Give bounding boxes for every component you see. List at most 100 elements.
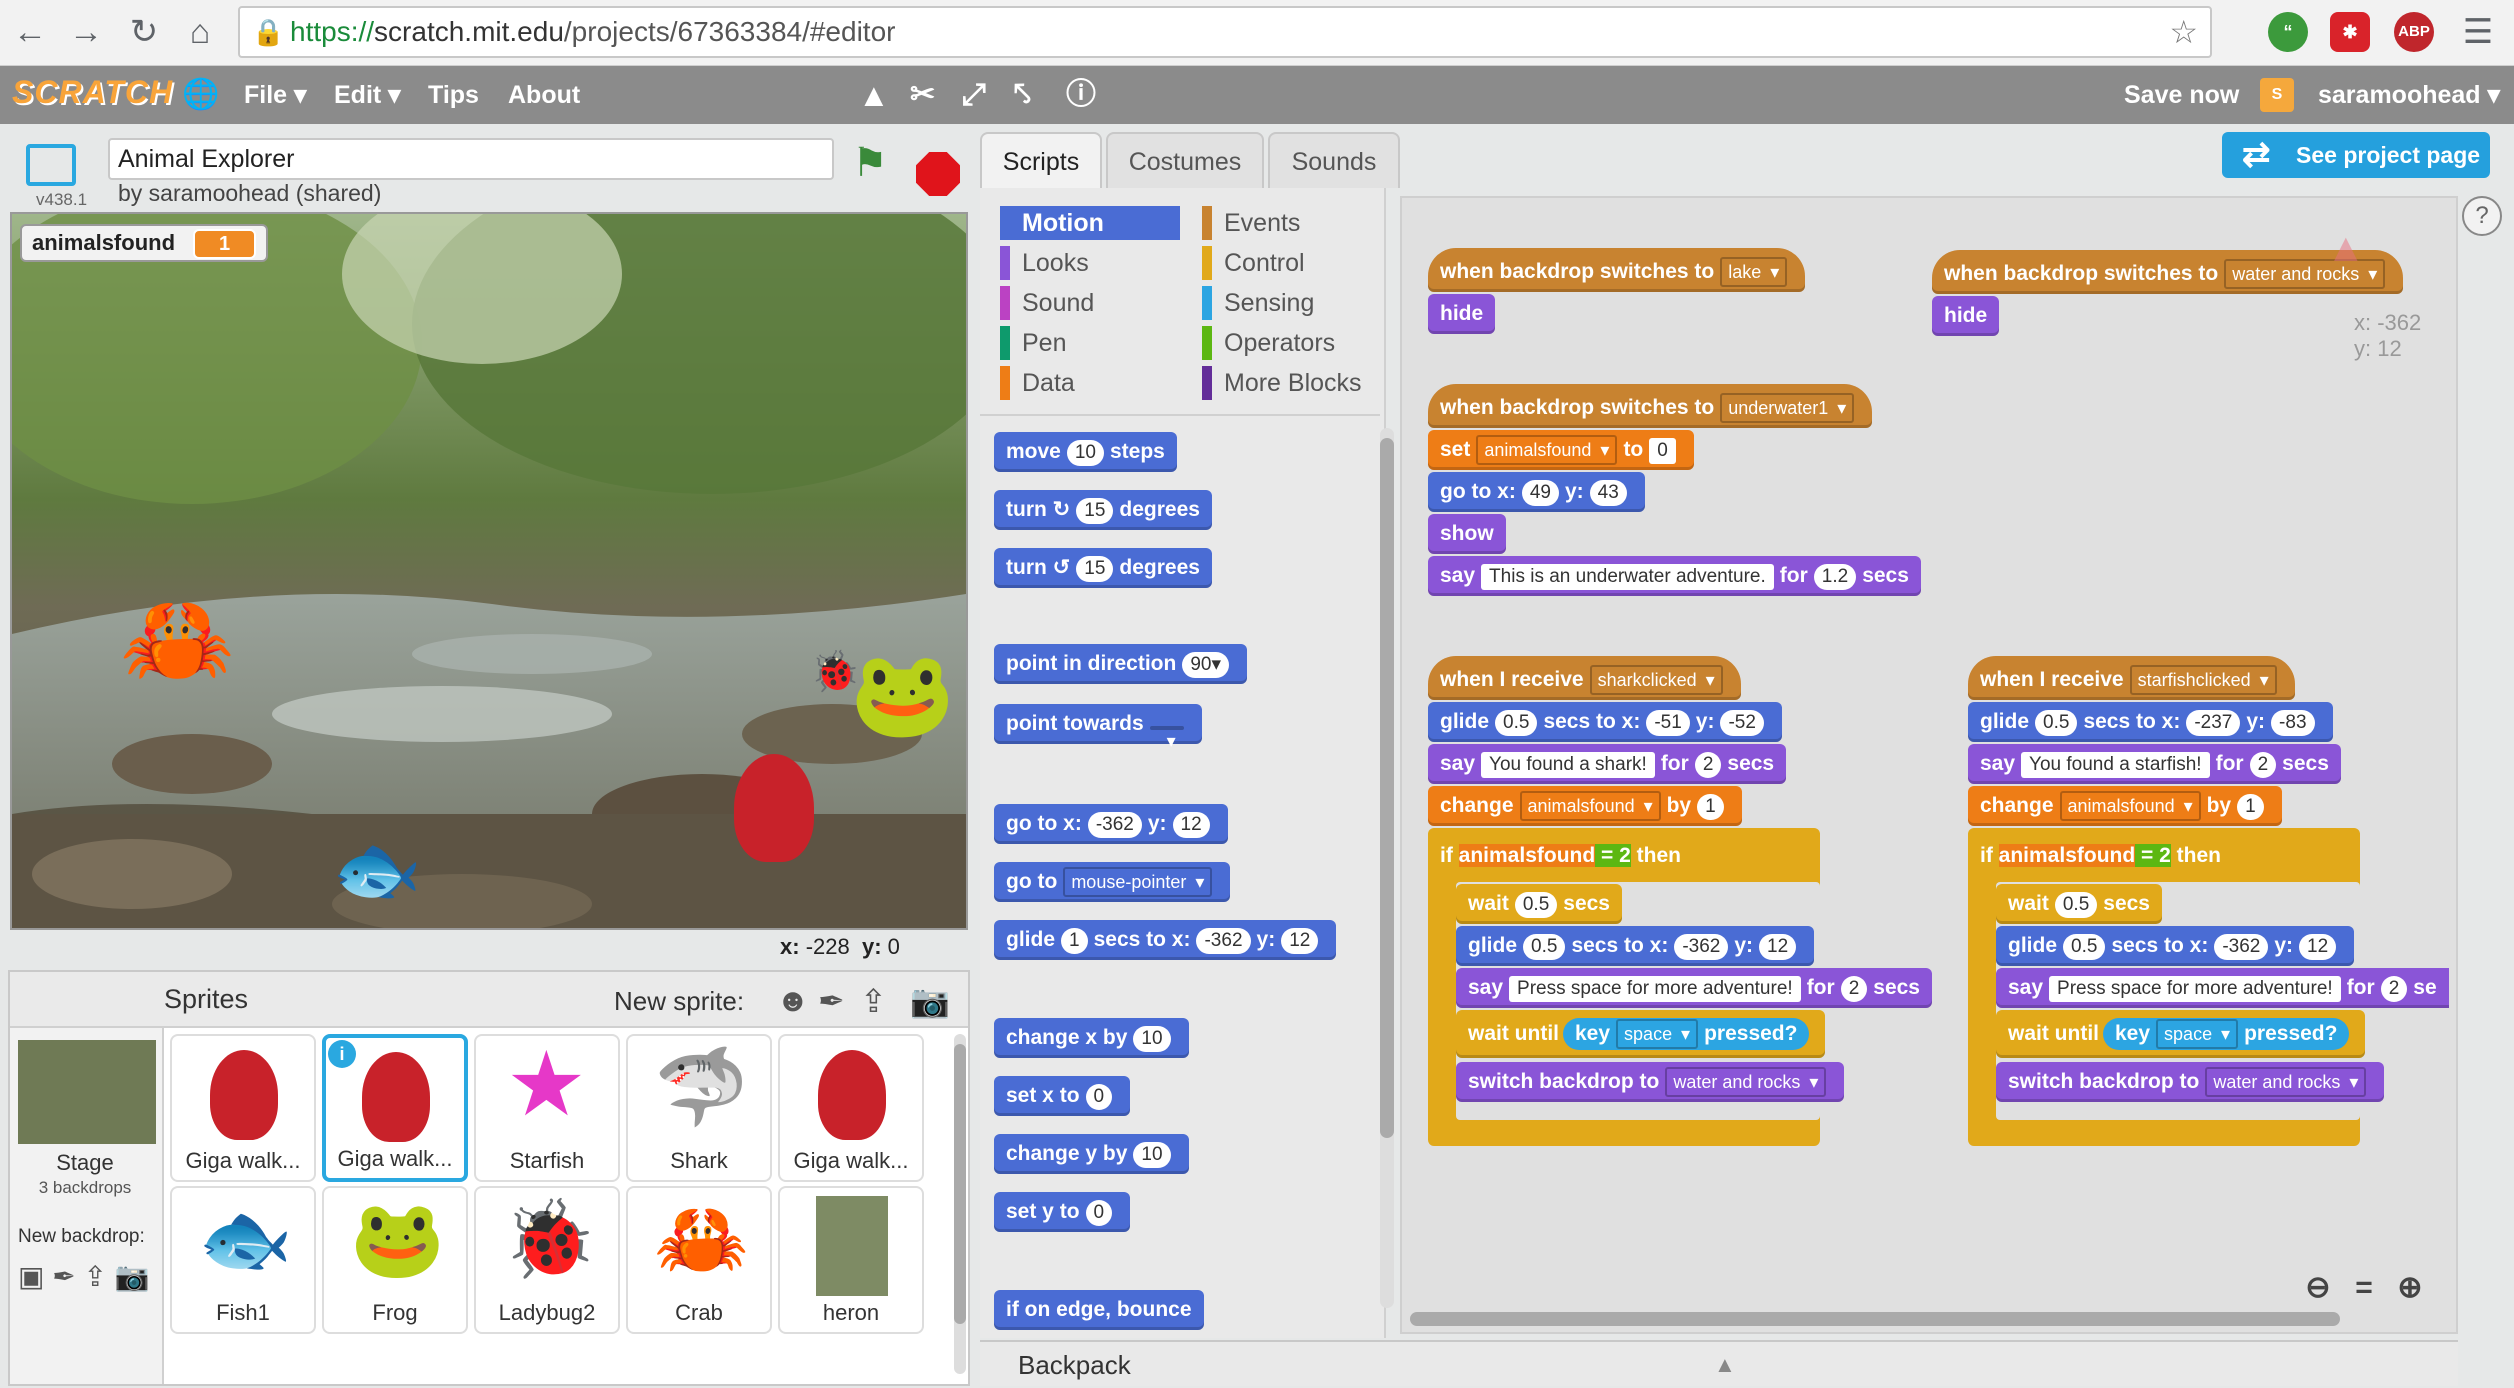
sprite-tile[interactable]: heron — [778, 1186, 924, 1334]
avatar[interactable]: S — [2260, 78, 2294, 112]
scratch-logo[interactable]: SCRATCH — [12, 74, 172, 118]
paint-brush-icon[interactable]: ✒ — [818, 982, 845, 1020]
equals-operator[interactable]: animalsfound = 2 — [1458, 844, 1631, 867]
when-i-receive-hat[interactable]: when I receive starfishclicked — [1968, 656, 2295, 700]
help-question-icon[interactable]: ? — [2462, 196, 2502, 236]
bookmark-star-icon[interactable]: ☆ — [2169, 8, 2198, 56]
zoom-out-icon[interactable]: ⊖ — [2298, 1268, 2338, 1308]
category-looks[interactable]: Looks — [1000, 246, 1089, 280]
change-variable-block[interactable]: changeanimalsfoundby1 — [1428, 786, 1742, 826]
point-direction-block[interactable]: point in direction 90▾ — [994, 644, 1247, 684]
category-control[interactable]: Control — [1202, 246, 1305, 280]
show-block[interactable]: show — [1428, 514, 1506, 554]
reload-icon[interactable]: ↻ — [122, 10, 166, 54]
change-x-block[interactable]: change x by 10 — [994, 1018, 1189, 1058]
sprite-tile[interactable]: 🐟 Fish1 — [170, 1186, 316, 1334]
sprites-scrollbar[interactable] — [954, 1034, 966, 1374]
goto-xy-block[interactable]: go to x: 49 y: 43 — [1428, 472, 1645, 512]
hide-block[interactable]: hide — [1932, 296, 2000, 336]
scripts-horizontal-scrollbar[interactable] — [1410, 1312, 2340, 1326]
category-sound[interactable]: Sound — [1000, 286, 1094, 320]
shrink-icon[interactable]: ⤣ — [1014, 66, 1031, 124]
stage-thumbnail-panel[interactable]: Stage 3 backdrops New backdrop: ▣ ✒ ⇪ 📷 — [10, 1028, 164, 1384]
say-for-block[interactable]: say This is an underwater adventure. for 1.… — [1428, 556, 1921, 596]
when-backdrop-hat[interactable]: when backdrop switches to underwater1 — [1428, 384, 1873, 428]
giga-sprite[interactable] — [734, 754, 814, 862]
equals-operator[interactable]: animalsfound = 2 — [1998, 844, 2171, 867]
goto-xy-block[interactable]: go to x: -362 y: 12 — [994, 804, 1228, 844]
glide-block[interactable]: glide 0.5 secs to x: -362 y: 12 — [1456, 926, 1815, 966]
palette-scrollbar[interactable] — [1380, 428, 1394, 1308]
see-project-page-button[interactable]: ⇄ See project page — [2222, 132, 2490, 178]
switch-backdrop-block[interactable]: switch backdrop to water and rocks — [1996, 1062, 2385, 1102]
bounce-block[interactable]: if on edge, bounce — [994, 1290, 1204, 1330]
category-sensing[interactable]: Sensing — [1202, 286, 1314, 320]
say-for-block[interactable]: say You found a starfish! for 2 secs — [1968, 744, 2341, 784]
scissors-icon[interactable]: ✂ — [910, 66, 935, 124]
category-operators[interactable]: Operators — [1202, 326, 1335, 360]
frog-sprite[interactable]: 🐸 — [850, 652, 955, 736]
glide-block[interactable]: glide 0.5 secs to x: -362 y: 12 — [1996, 926, 2355, 966]
tab-sounds[interactable]: Sounds — [1268, 132, 1400, 188]
category-data[interactable]: Data — [1000, 366, 1075, 400]
wait-until-block[interactable]: wait untilkeyspacepressed? — [1456, 1010, 1826, 1058]
lastpass-extension-icon[interactable]: ✱ — [2330, 12, 2370, 52]
green-flag-icon[interactable]: ⚑ — [852, 140, 898, 186]
when-backdrop-hat[interactable]: when backdrop switches to lake — [1428, 248, 1806, 292]
file-menu[interactable]: File ▾ — [244, 66, 307, 124]
zoom-in-icon[interactable]: ⊕ — [2390, 1268, 2430, 1308]
back-arrow-icon[interactable]: ← — [8, 10, 52, 54]
turn-left-block[interactable]: turn ↺ 15 degrees — [994, 548, 1212, 588]
glide-block[interactable]: glide 0.5 secs to x: -51 y: -52 — [1428, 702, 1782, 742]
category-motion[interactable]: Motion — [1000, 206, 1180, 240]
say-for-block[interactable]: say You found a shark! for 2 secs — [1428, 744, 1787, 784]
category-events[interactable]: Events — [1202, 206, 1300, 240]
sprite-tile[interactable]: 🦀 Crab — [626, 1186, 772, 1334]
about-menu[interactable]: About — [508, 66, 580, 124]
set-variable-block[interactable]: setanimalsfoundto0 — [1428, 430, 1694, 470]
info-icon[interactable]: i — [328, 1040, 356, 1068]
sprite-library-icon[interactable]: ☻ — [776, 982, 810, 1019]
sprite-tile[interactable]: Giga walk... — [170, 1034, 316, 1182]
point-towards-block[interactable]: point towards — [994, 704, 1202, 754]
save-now-button[interactable]: Save now — [2124, 66, 2239, 124]
project-title-input[interactable]: Animal Explorer — [108, 138, 834, 180]
sprite-tile[interactable]: 🐞 Ladybug2 — [474, 1186, 620, 1334]
say-for-block[interactable]: say Press space for more adventure! for 2 se — [1996, 968, 2449, 1008]
change-variable-block[interactable]: changeanimalsfoundby1 — [1968, 786, 2282, 826]
wait-block[interactable]: wait 0.5 secs — [1996, 884, 2162, 924]
move-steps-block[interactable]: move 10 steps — [994, 432, 1177, 472]
backdrop-tools-icon[interactable]: ▣ ✒ ⇪ 📷 — [18, 1260, 150, 1293]
set-y-block[interactable]: set y to 0 — [994, 1192, 1131, 1232]
sprite-tile[interactable]: 🦈 Shark — [626, 1034, 772, 1182]
category-pen[interactable]: Pen — [1000, 326, 1066, 360]
stop-sign-icon[interactable] — [916, 152, 960, 196]
category-more-blocks[interactable]: More Blocks — [1202, 366, 1362, 400]
sprite-tile-selected[interactable]: i Giga walk... — [322, 1034, 468, 1182]
when-i-receive-hat[interactable]: when I receive sharkclicked — [1428, 656, 1741, 700]
wait-until-block[interactable]: wait untilkeyspacepressed? — [1996, 1010, 2366, 1058]
tab-scripts[interactable]: Scripts — [980, 132, 1102, 188]
crab-sprite[interactable]: 🦀 — [120, 594, 235, 686]
turn-right-block[interactable]: turn ↻ 15 degrees — [994, 490, 1212, 530]
browser-menu-icon[interactable]: ☰ — [2456, 10, 2500, 54]
address-bar[interactable]: 🔒 https://scratch.mit.edu/projects/67363… — [238, 6, 2212, 58]
sprite-tile[interactable]: Giga walk... — [778, 1034, 924, 1182]
hide-block[interactable]: hide — [1428, 294, 1496, 334]
duplicate-stamp-icon[interactable]: ▲ — [858, 66, 890, 124]
user-menu[interactable]: saramoohead ▾ — [2318, 66, 2500, 124]
glide-block[interactable]: glide 1 secs to x: -362 y: 12 — [994, 920, 1337, 960]
help-icon[interactable]: ⓘ — [1066, 66, 1096, 124]
sprite-tile[interactable]: ★ Starfish — [474, 1034, 620, 1182]
variable-monitor[interactable]: animalsfound 1 — [20, 224, 269, 262]
home-icon[interactable]: ⌂ — [178, 10, 222, 54]
say-for-block[interactable]: say Press space for more adventure! for 2 se… — [1456, 968, 1932, 1008]
set-x-block[interactable]: set x to 0 — [994, 1076, 1131, 1116]
fullscreen-icon[interactable] — [26, 144, 76, 186]
backpack-bar[interactable]: Backpack ▲ — [980, 1340, 2458, 1386]
adblock-extension-icon[interactable]: ABP — [2394, 12, 2434, 52]
switch-backdrop-block[interactable]: switch backdrop to water and rocks — [1456, 1062, 1845, 1102]
grow-icon[interactable]: ⤢ — [962, 66, 986, 124]
wait-block[interactable]: wait 0.5 secs — [1456, 884, 1622, 924]
change-y-block[interactable]: change y by 10 — [994, 1134, 1189, 1174]
